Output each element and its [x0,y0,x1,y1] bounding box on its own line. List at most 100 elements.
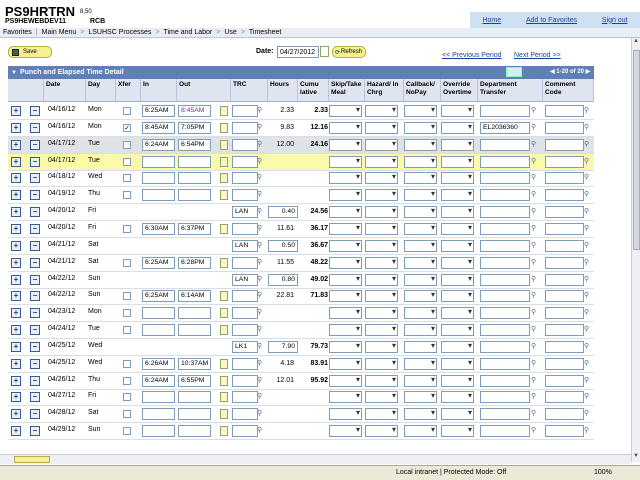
trc-lookup-icon[interactable]: ⚲ [257,258,265,266]
override-overtime-select[interactable] [441,138,474,151]
delete-row-icon[interactable]: − [30,223,40,234]
delete-row-icon[interactable]: − [30,190,40,201]
in-time-input[interactable]: 6:25AM [142,290,175,303]
previous-period-link[interactable]: << Previous Period [442,52,502,59]
out-time-input[interactable] [178,324,211,337]
in-time-input[interactable]: 6:25AM [142,105,175,117]
dept-transfer-input[interactable] [480,105,530,117]
in-time-input[interactable] [142,155,175,168]
override-overtime-select[interactable] [441,121,474,134]
trc-input[interactable]: LAN [232,273,258,286]
hours-input[interactable]: 7.90 [268,340,298,353]
in-time-input[interactable]: 6:24AM [142,138,175,151]
skip-meal-select[interactable] [329,138,362,151]
skip-meal-select[interactable] [329,340,362,353]
add-row-icon[interactable]: + [11,173,21,184]
punch-detail-icon[interactable] [220,308,228,319]
punch-detail-icon[interactable] [220,375,228,386]
view-all-icon[interactable] [506,67,522,77]
add-row-icon[interactable]: + [11,409,21,420]
trc-lookup-icon[interactable]: ⚲ [257,409,265,417]
callback-select[interactable] [404,391,437,404]
delete-row-icon[interactable]: − [30,426,40,437]
delete-row-icon[interactable]: − [30,392,40,403]
dept-lookup-icon[interactable]: ⚲ [531,275,539,283]
punch-detail-icon[interactable] [220,325,228,336]
out-time-input[interactable] [178,425,211,438]
in-time-input[interactable] [142,307,175,320]
comment-code-input[interactable] [545,374,584,387]
vertical-scrollbar[interactable]: ▲ ▼ [631,38,640,462]
comment-lookup-icon[interactable]: ⚲ [584,291,592,299]
trc-input[interactable] [232,425,258,438]
punch-detail-icon[interactable] [220,156,228,167]
dept-lookup-icon[interactable]: ⚲ [531,426,539,434]
out-time-input[interactable] [178,307,211,320]
out-time-input[interactable] [178,172,211,185]
scroll-thumb[interactable] [633,50,640,250]
dept-transfer-input[interactable] [480,155,530,168]
breadcrumb-main-menu[interactable]: Main Menu [42,29,77,36]
xfer-checkbox[interactable] [123,427,131,436]
out-time-input[interactable] [178,155,211,168]
dept-lookup-icon[interactable]: ⚲ [531,359,539,367]
add-row-icon[interactable]: + [11,308,21,319]
delete-row-icon[interactable]: − [30,156,40,167]
add-row-icon[interactable]: + [11,207,21,218]
override-overtime-select[interactable] [441,324,474,337]
add-row-icon[interactable]: + [11,358,21,369]
callback-select[interactable] [404,408,437,421]
trc-input[interactable]: LAN [232,206,258,219]
dept-lookup-icon[interactable]: ⚲ [531,173,539,181]
punch-detail-icon[interactable] [220,392,228,403]
dept-transfer-input[interactable] [480,290,530,303]
xfer-checkbox[interactable] [123,326,131,335]
trc-input[interactable] [232,172,258,185]
delete-row-icon[interactable]: − [30,106,40,116]
in-time-input[interactable]: 8:45AM [142,121,175,134]
horizontal-scrollbar[interactable] [0,454,631,464]
trc-lookup-icon[interactable]: ⚲ [257,106,265,114]
collapse-icon[interactable]: ▼ [11,70,17,76]
trc-input[interactable] [232,155,258,168]
scroll-up-icon[interactable]: ▲ [632,38,640,47]
dept-lookup-icon[interactable]: ⚲ [531,123,539,131]
hazard-select[interactable] [365,273,398,286]
out-time-input[interactable] [178,189,211,202]
callback-select[interactable] [404,324,437,337]
dept-lookup-icon[interactable]: ⚲ [531,241,539,249]
dept-lookup-icon[interactable]: ⚲ [531,342,539,350]
override-overtime-select[interactable] [441,239,474,252]
callback-select[interactable] [404,206,437,219]
punch-detail-icon[interactable] [220,190,228,201]
add-row-icon[interactable]: + [11,223,21,234]
callback-select[interactable] [404,273,437,286]
delete-row-icon[interactable]: − [30,207,40,218]
comment-lookup-icon[interactable]: ⚲ [584,157,592,165]
add-row-icon[interactable]: + [11,139,21,150]
dept-transfer-input[interactable] [480,408,530,421]
out-time-input[interactable]: 6:37PM [178,222,211,235]
trc-lookup-icon[interactable]: ⚲ [257,173,265,181]
trc-input[interactable] [232,374,258,387]
comment-lookup-icon[interactable]: ⚲ [584,376,592,384]
add-row-icon[interactable]: + [11,426,21,437]
dept-lookup-icon[interactable]: ⚲ [531,106,539,114]
hazard-select[interactable] [365,189,398,202]
dept-transfer-input[interactable] [480,138,530,151]
delete-row-icon[interactable]: − [30,358,40,369]
dept-transfer-input[interactable] [480,340,530,353]
delete-row-icon[interactable]: − [30,274,40,285]
out-time-input[interactable]: 6:54PM [178,138,211,151]
skip-meal-select[interactable] [329,189,362,202]
dept-transfer-input[interactable] [480,307,530,320]
dept-lookup-icon[interactable]: ⚲ [531,258,539,266]
comment-lookup-icon[interactable]: ⚲ [584,392,592,400]
in-time-input[interactable]: 6:25AM [142,256,175,269]
override-overtime-select[interactable] [441,189,474,202]
skip-meal-select[interactable] [329,206,362,219]
scroll-down-icon[interactable]: ▼ [632,453,640,462]
dept-lookup-icon[interactable]: ⚲ [531,140,539,148]
dept-transfer-input[interactable]: EL2036360 [480,121,530,134]
in-time-input[interactable]: 6:24AM [142,374,175,387]
